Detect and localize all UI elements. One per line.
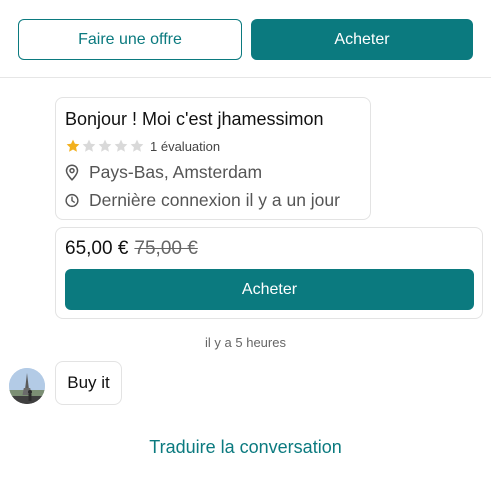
offer-card: 65,00 € 75,00 € Acheter xyxy=(55,227,483,319)
seller-profile-card[interactable]: Bonjour ! Moi c'est jhamessimon 1 évalua… xyxy=(55,97,371,220)
translate-conversation-link[interactable]: Traduire la conversation xyxy=(0,437,491,458)
buy-offer-button[interactable]: Acheter xyxy=(65,269,474,310)
profile-greeting: Bonjour ! Moi c'est jhamessimon xyxy=(65,109,324,129)
location-row: Pays-Bas, Amsterdam xyxy=(65,161,262,183)
review-count: 1 évaluation xyxy=(150,138,221,154)
star-empty-icon xyxy=(98,139,112,152)
last-seen-row: Dernière connexion il y a un jour xyxy=(65,189,340,211)
price-row: 65,00 € 75,00 € xyxy=(65,238,198,260)
rating-row[interactable]: 1 évaluation xyxy=(65,138,220,154)
message-bubble: Buy it xyxy=(55,361,122,405)
offer-price: 65,00 € xyxy=(65,238,129,259)
make-offer-button[interactable]: Faire une offre xyxy=(18,19,242,60)
avatar[interactable] xyxy=(9,368,45,404)
rating-stars xyxy=(65,138,145,154)
location-pin-icon xyxy=(65,163,79,181)
star-filled-icon xyxy=(66,139,80,152)
original-price: 75,00 € xyxy=(134,238,198,259)
star-empty-icon xyxy=(114,139,128,152)
buy-button[interactable]: Acheter xyxy=(251,19,473,60)
clock-icon xyxy=(65,192,79,208)
action-bar: Faire une offre Acheter xyxy=(0,0,491,78)
last-seen-text: Dernière connexion il y a un jour xyxy=(89,189,340,210)
location-text: Pays-Bas, Amsterdam xyxy=(89,161,263,182)
message-timestamp: il y a 5 heures xyxy=(205,335,286,350)
star-empty-icon xyxy=(82,139,96,152)
star-empty-icon xyxy=(130,139,144,152)
